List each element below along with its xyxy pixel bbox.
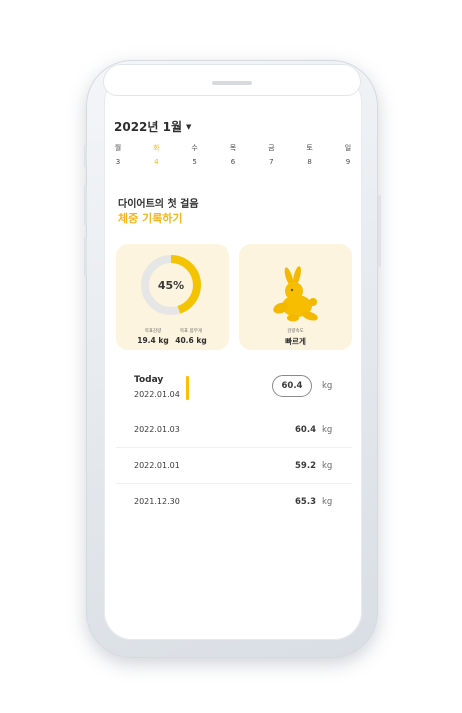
speed-info: 감량속도 빠르게 (239, 328, 352, 347)
day-weekday: 금 (268, 144, 275, 152)
day-sun[interactable]: 일 9 (338, 141, 358, 169)
day-sat[interactable]: 토 8 (300, 141, 320, 169)
phone-top-bezel (103, 64, 361, 96)
day-thu[interactable]: 목 6 (223, 141, 243, 169)
history-unit: kg (322, 461, 333, 471)
day-weekday: 화 (153, 144, 160, 152)
day-weekday: 월 (114, 144, 122, 152)
today-date: 2022.01.04 (134, 390, 180, 399)
history-row[interactable]: 2022.01.01 59.2 kg (116, 448, 352, 484)
history-date: 2022.01.01 (134, 461, 180, 470)
day-date: 4 (154, 158, 159, 166)
history-weight: 60.4 (295, 425, 316, 435)
progress-card[interactable]: 45% 목표감량 19.4 kg 목표 몸무게 40.6 kg (116, 244, 229, 350)
day-weekday: 수 (191, 144, 198, 152)
phone-volume-down (84, 237, 87, 277)
speed-card[interactable]: 감량속도 빠르게 (239, 244, 352, 350)
speed-value: 빠르게 (285, 337, 306, 346)
day-date: 9 (345, 158, 351, 166)
history-date: 2021.12.30 (134, 497, 180, 506)
caret-down-icon: ▼ (186, 122, 192, 131)
stat-goal-weight: 목표 몸무게 40.6 kg (174, 328, 208, 345)
day-date: 6 (230, 158, 236, 166)
day-weekday: 일 (344, 144, 352, 152)
phone-power-button (378, 195, 381, 267)
day-tue[interactable]: 화 4 (146, 141, 166, 169)
week-strip: 월 3 화 4 수 5 목 6 금 7 토 8 일 9 (108, 141, 358, 169)
month-selector[interactable]: 2022년 1월 ▼ (114, 118, 191, 135)
day-date: 5 (192, 158, 197, 166)
history-unit: kg (322, 425, 333, 435)
day-wed[interactable]: 수 5 (185, 141, 205, 169)
day-mon[interactable]: 월 3 (108, 141, 128, 169)
speed-label: 감량속도 (287, 329, 304, 334)
intro-title: 다이어트의 첫 걸음 (118, 199, 199, 210)
today-title: Today (134, 375, 164, 385)
day-date: 7 (269, 158, 274, 166)
phone-speaker (212, 81, 252, 85)
today-marker (186, 376, 189, 400)
rabbit-icon (273, 266, 318, 322)
phone-silent-switch (84, 145, 87, 167)
history-row[interactable]: 2022.01.03 60.4 kg (116, 412, 352, 448)
intro-subtitle: 체중 기록하기 (118, 212, 183, 225)
history-weight: 65.3 (295, 497, 316, 507)
stat-value: 19.4 kg (137, 336, 169, 345)
history-unit: kg (322, 497, 333, 507)
month-label: 2022년 1월 (114, 120, 183, 134)
phone-volume-up (84, 185, 87, 225)
day-fri[interactable]: 금 7 (261, 141, 281, 169)
stat-label: 목표 몸무게 (179, 329, 203, 334)
history-weight: 59.2 (295, 461, 316, 471)
day-date: 3 (115, 158, 121, 166)
today-unit: kg (322, 381, 333, 391)
day-weekday: 토 (306, 144, 313, 152)
history-date: 2022.01.03 (134, 425, 180, 434)
stat-goal-loss: 목표감량 19.4 kg (136, 328, 170, 345)
progress-percent: 45% (157, 278, 185, 292)
stat-value: 40.6 kg (175, 336, 207, 345)
today-weight-input[interactable]: 60.4 (272, 375, 312, 397)
day-date: 8 (307, 158, 312, 166)
history-row[interactable]: 2021.12.30 65.3 kg (116, 484, 352, 520)
day-weekday: 목 (229, 144, 237, 152)
stat-label: 목표감량 (144, 329, 162, 334)
